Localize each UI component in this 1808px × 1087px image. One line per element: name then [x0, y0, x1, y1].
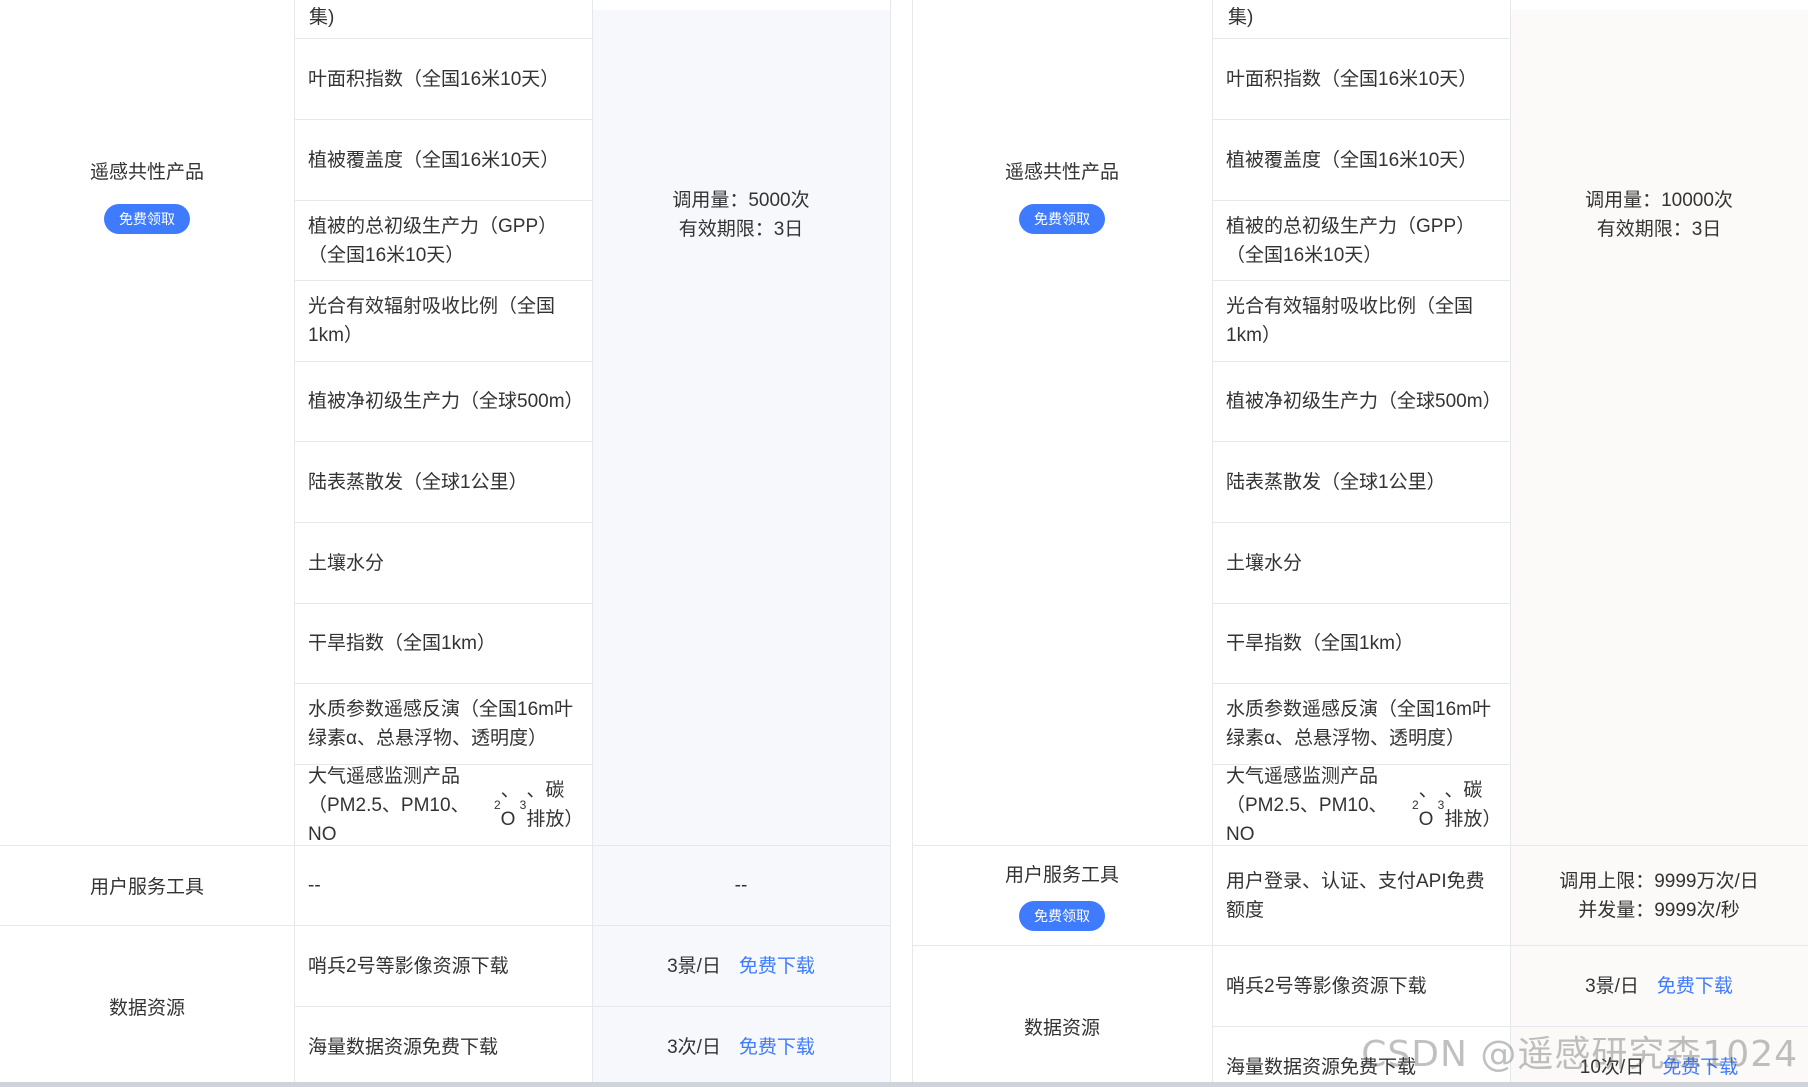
quota-value: 3景/日 — [1585, 975, 1639, 997]
cut-off-feature-text: 集) — [1228, 7, 1254, 28]
free-claim-button[interactable]: 免费领取 — [1019, 203, 1105, 234]
feature-cell: 陆表蒸散发（全球1公里） — [308, 471, 528, 493]
feature-cell: 光合有效辐射吸收比例（全国1km） — [1226, 296, 1474, 346]
feature-cell: 叶面积指数（全国16米10天） — [1226, 68, 1478, 90]
free-download-link[interactable]: 免费下载 — [739, 952, 815, 981]
free-download-link[interactable]: 免费下载 — [1657, 972, 1733, 1001]
quota-remote-sensing: 调用量：10000次 有效期限：3日 — [1510, 160, 1808, 270]
quota-call-limit: 调用上限：9999万次/日 — [1559, 870, 1759, 892]
plan-comparison-table-right: 集) 遥感共性产品 免费领取 叶面积指数（全国16米10天） 植被覆盖度（全国1… — [912, 0, 1808, 1082]
feature-cell: 土壤水分 — [1226, 552, 1303, 574]
feature-cell-atmosphere: 大气遥感监测产品（PM2.5、PM10、NO 2 、O 3 、碳排放） — [308, 765, 584, 845]
feature-cell: 植被的总初级生产力（GPP）（全国16米10天） — [1226, 215, 1476, 266]
category-remote-sensing: 遥感共性产品 免费领取 — [0, 140, 294, 250]
category-data-resources: 数据资源 — [912, 946, 1212, 1082]
quota-value: 3景/日 — [667, 955, 721, 977]
feature-cell: -- — [308, 875, 321, 896]
category-label: 用户服务工具 — [89, 877, 204, 898]
quota-validity: 有效期限：3日 — [678, 219, 804, 240]
quota-remote-sensing: 调用量：5000次 有效期限：3日 — [592, 160, 890, 270]
feature-cell: 土壤水分 — [308, 552, 385, 574]
category-label: 数据资源 — [108, 997, 185, 1019]
feature-cell: 植被净初级生产力（全球500m） — [308, 391, 584, 412]
feature-cell: 陆表蒸散发（全球1公里） — [1226, 471, 1446, 493]
feature-cell: 光合有效辐射吸收比例（全国1km） — [308, 296, 556, 346]
category-label: 数据资源 — [1023, 1017, 1100, 1039]
category-user-tools: 用户服务工具 免费领取 — [912, 846, 1212, 945]
quota-download-row: 3景/日 免费下载 — [1510, 946, 1808, 1026]
quota-download-row: 3景/日 免费下载 — [592, 926, 890, 1006]
feature-cell: 叶面积指数（全国16米10天） — [308, 68, 560, 90]
quota-value: 3次/日 — [667, 1036, 721, 1058]
feature-cell: 植被的总初级生产力（GPP）（全国16米10天） — [308, 215, 558, 266]
category-label: 用户服务工具 — [1004, 865, 1119, 886]
feature-cell: 哨兵2号等影像资源下载 — [1226, 975, 1427, 997]
free-download-link[interactable]: 免费下载 — [739, 1033, 815, 1062]
quota-calls: 调用量：10000次 — [1585, 190, 1733, 211]
feature-cell-atmosphere: 大气遥感监测产品（PM2.5、PM10、NO 2 、O 3 、碳排放） — [1226, 765, 1502, 845]
feature-cell: 哨兵2号等影像资源下载 — [308, 955, 509, 977]
feature-cell: 海量数据资源免费下载 — [308, 1036, 499, 1058]
feature-cell: 干旱指数（全国1km） — [1226, 633, 1414, 654]
watermark: CSDN @遥感研究森1024 — [1361, 1034, 1798, 1075]
plan-comparison-table-left: 集) 遥感共性产品 免费领取 叶面积指数（全国16米10天） 植被覆盖度（全国1… — [0, 0, 891, 1082]
quota-calls: 调用量：5000次 — [672, 190, 810, 211]
free-claim-button[interactable]: 免费领取 — [104, 203, 190, 234]
category-label: 遥感共性产品 — [1004, 161, 1119, 183]
category-data-resources: 数据资源 — [0, 926, 294, 1082]
category-user-tools: 用户服务工具 — [0, 846, 294, 925]
quota-user-tools: 调用上限：9999万次/日 并发量：9999次/秒 — [1510, 846, 1808, 945]
feature-cell: 用户登录、认证、支付API免费额度 — [1226, 870, 1485, 921]
feature-cell: 水质参数遥感反演（全国16m叶绿素α、总悬浮物、透明度） — [1226, 699, 1491, 749]
feature-cell: 干旱指数（全国1km） — [308, 633, 496, 654]
cut-off-feature-text: 集) — [309, 7, 335, 28]
feature-cell: 植被覆盖度（全国16米10天） — [308, 149, 560, 171]
feature-cell: 植被覆盖度（全国16米10天） — [1226, 149, 1478, 171]
category-label: 遥感共性产品 — [89, 161, 204, 183]
quota-user-tools: -- — [734, 875, 748, 896]
free-claim-button[interactable]: 免费领取 — [1019, 901, 1105, 931]
quota-download-row: 3次/日 免费下载 — [592, 1007, 890, 1082]
quota-concurrency: 并发量：9999次/秒 — [1578, 899, 1740, 921]
category-remote-sensing: 遥感共性产品 免费领取 — [912, 140, 1212, 250]
bottom-edge — [0, 1082, 1808, 1087]
quota-validity: 有效期限：3日 — [1596, 219, 1722, 240]
feature-cell: 水质参数遥感反演（全国16m叶绿素α、总悬浮物、透明度） — [308, 699, 573, 749]
feature-cell: 植被净初级生产力（全球500m） — [1226, 391, 1502, 412]
